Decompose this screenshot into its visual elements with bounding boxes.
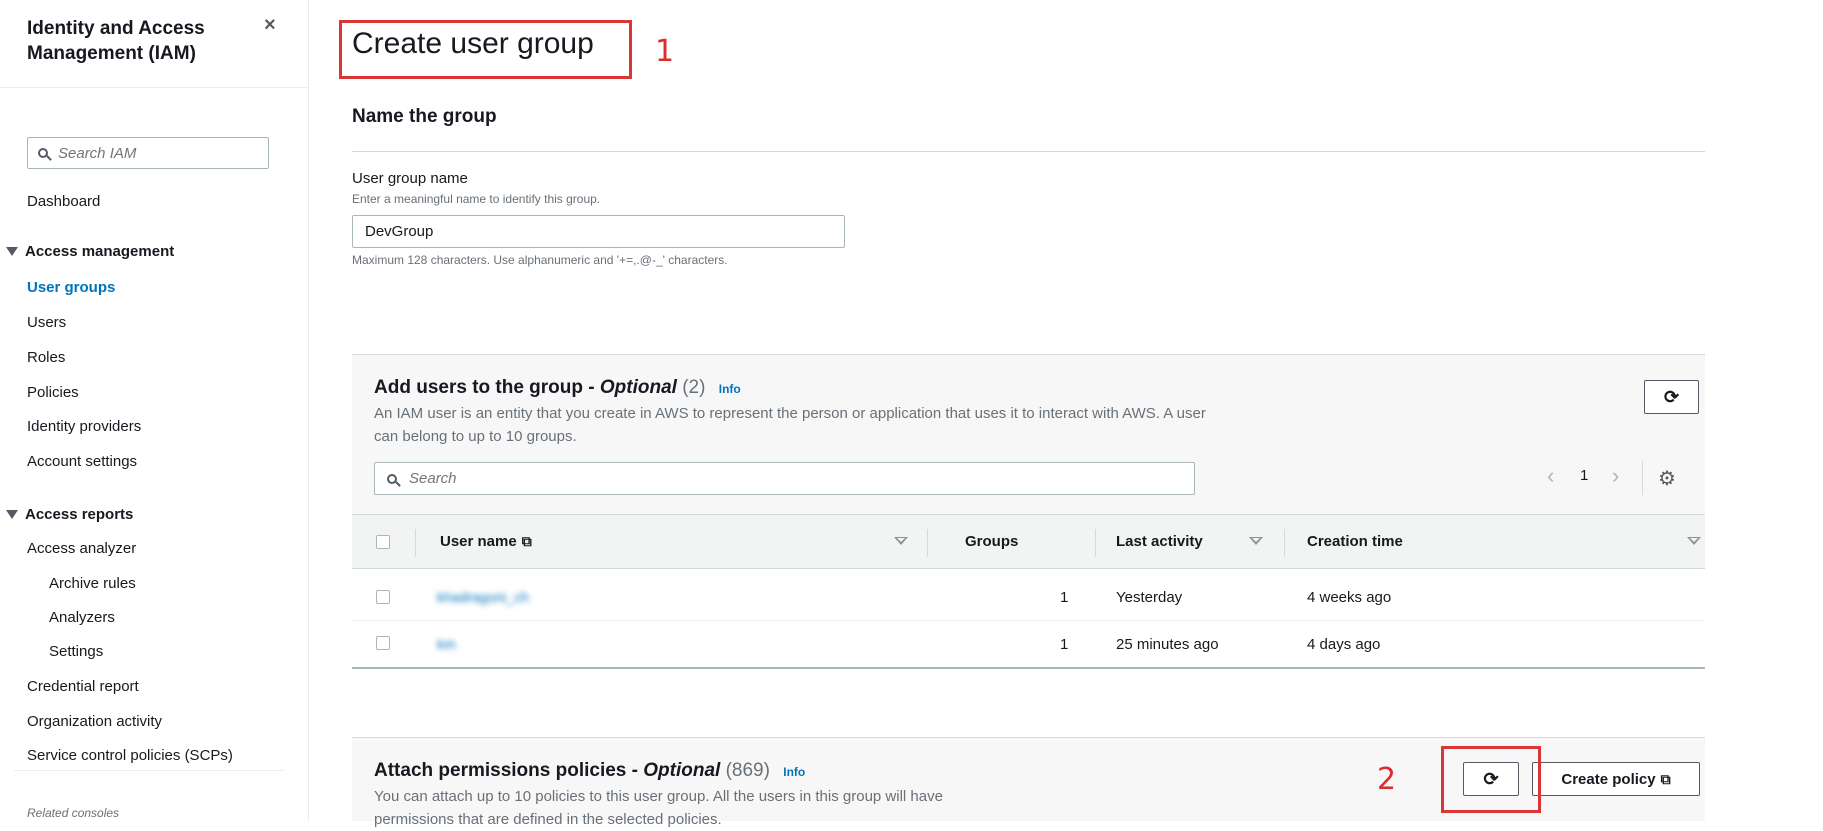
- refresh-users-button[interactable]: ⟳: [1644, 380, 1699, 414]
- row-divider: [352, 620, 1705, 621]
- sidebar-item-settings[interactable]: Settings: [49, 643, 103, 660]
- sidebar-item-users[interactable]: Users: [27, 314, 66, 331]
- column-header-groups[interactable]: Groups: [965, 533, 1018, 550]
- sidebar-item-organization-activity[interactable]: Organization activity: [27, 713, 162, 730]
- sidebar-section-access-management[interactable]: Access management: [6, 243, 174, 260]
- sort-icon[interactable]: [1249, 537, 1263, 545]
- sidebar-search-input[interactable]: [56, 143, 250, 163]
- user-name-link[interactable]: khadragoni_ch: [437, 589, 529, 605]
- info-link[interactable]: Info: [719, 382, 741, 396]
- external-link-icon: ⧉: [1660, 770, 1671, 787]
- creation-time-cell: 4 weeks ago: [1307, 589, 1392, 606]
- sidebar-section-access-reports[interactable]: Access reports: [6, 506, 133, 523]
- divider: [415, 529, 416, 557]
- sidebar-item-account-settings[interactable]: Account settings: [27, 453, 137, 470]
- creation-time-cell: 4 days ago: [1307, 636, 1381, 653]
- section-label: Access reports: [25, 506, 134, 523]
- user-count: (2): [682, 377, 706, 398]
- table-bottom-border: [352, 667, 1705, 669]
- column-header-user-name[interactable]: User name ⧉: [440, 533, 532, 550]
- external-link-icon: ⧉: [521, 533, 532, 549]
- sidebar: Identity and Access Management (IAM) × D…: [0, 0, 309, 821]
- caret-down-icon: [6, 247, 18, 256]
- annotation-number-1: 1: [655, 34, 675, 69]
- attach-policies-title: Attach permissions policies - Optional (…: [374, 760, 805, 782]
- title-text: Add users to the group -: [374, 377, 600, 398]
- sidebar-item-scps[interactable]: Service control policies (SCPs): [27, 747, 233, 764]
- sidebar-item-user-groups[interactable]: User groups: [27, 279, 115, 296]
- button-label: Create policy: [1561, 770, 1656, 788]
- annotation-number-2: 2: [1377, 762, 1397, 797]
- optional-label: Optional: [599, 377, 677, 398]
- refresh-icon: ⟳: [1663, 386, 1680, 407]
- sidebar-search[interactable]: [27, 137, 269, 169]
- search-icon: [38, 148, 48, 158]
- divider: [1284, 529, 1285, 557]
- close-icon[interactable]: ×: [264, 14, 276, 37]
- caret-down-icon: [6, 510, 18, 519]
- sidebar-item-dashboard[interactable]: Dashboard: [27, 193, 100, 210]
- attach-policies-description: You can attach up to 10 policies to this…: [374, 788, 943, 828]
- annotation-box-1: [339, 20, 632, 79]
- divider: [1642, 461, 1643, 495]
- section-heading-name-group: Name the group: [352, 106, 497, 127]
- last-activity-cell: Yesterday: [1116, 589, 1183, 606]
- title-text: Attach permissions policies -: [374, 760, 644, 781]
- users-search[interactable]: [374, 462, 1195, 495]
- select-all-checkbox[interactable]: [376, 535, 390, 549]
- info-link[interactable]: Info: [783, 765, 805, 779]
- gear-icon[interactable]: ⚙: [1658, 466, 1676, 491]
- divider: [1095, 529, 1096, 557]
- create-policy-button[interactable]: Create policy ⧉: [1532, 762, 1700, 796]
- last-activity-cell: 25 minutes ago: [1116, 636, 1219, 653]
- column-header-creation-time[interactable]: Creation time: [1307, 533, 1403, 550]
- divider: [14, 770, 284, 771]
- add-users-title: Add users to the group - Optional (2) In…: [374, 377, 741, 399]
- next-page-icon[interactable]: ›: [1612, 463, 1619, 489]
- group-name-constraint: Maximum 128 characters. Use alphanumeric…: [352, 253, 728, 267]
- sort-icon[interactable]: [894, 537, 908, 545]
- groups-cell: 1: [1060, 636, 1069, 653]
- divider: [927, 529, 928, 557]
- sidebar-item-roles[interactable]: Roles: [27, 349, 65, 366]
- group-name-description: Enter a meaningful name to identify this…: [352, 192, 601, 206]
- sidebar-item-identity-providers[interactable]: Identity providers: [27, 418, 141, 435]
- related-consoles-label: Related consoles: [27, 806, 120, 820]
- section-label: Access management: [25, 243, 175, 260]
- user-name-link[interactable]: km: [437, 636, 456, 652]
- column-label: User name: [440, 533, 517, 550]
- sidebar-item-policies[interactable]: Policies: [27, 384, 79, 401]
- row-checkbox[interactable]: [376, 636, 390, 650]
- sidebar-item-credential-report[interactable]: Credential report: [27, 678, 139, 695]
- prev-page-icon[interactable]: ‹: [1547, 463, 1554, 489]
- sidebar-title: Identity and Access Management (IAM): [27, 18, 205, 64]
- sidebar-item-archive-rules[interactable]: Archive rules: [49, 575, 136, 592]
- sidebar-item-analyzers[interactable]: Analyzers: [49, 609, 115, 626]
- sort-icon[interactable]: [1687, 537, 1701, 545]
- divider: [0, 87, 308, 88]
- search-icon: [387, 473, 397, 484]
- policy-count: (869): [725, 760, 770, 781]
- group-name-input[interactable]: [352, 215, 845, 248]
- annotation-box-2: [1441, 746, 1541, 813]
- group-name-label: User group name: [352, 170, 468, 187]
- optional-label: Optional: [643, 760, 721, 781]
- users-search-input[interactable]: [407, 469, 1171, 488]
- row-checkbox[interactable]: [376, 590, 390, 604]
- groups-cell: 1: [1060, 589, 1069, 606]
- divider: [352, 151, 1705, 152]
- page-number[interactable]: 1: [1580, 467, 1588, 484]
- sidebar-item-access-analyzer[interactable]: Access analyzer: [27, 540, 136, 557]
- column-header-last-activity[interactable]: Last activity: [1116, 533, 1203, 550]
- users-table-header: User name ⧉ Groups Last activity Creation…: [352, 514, 1705, 569]
- add-users-description: An IAM user is an entity that you create…: [374, 405, 1206, 445]
